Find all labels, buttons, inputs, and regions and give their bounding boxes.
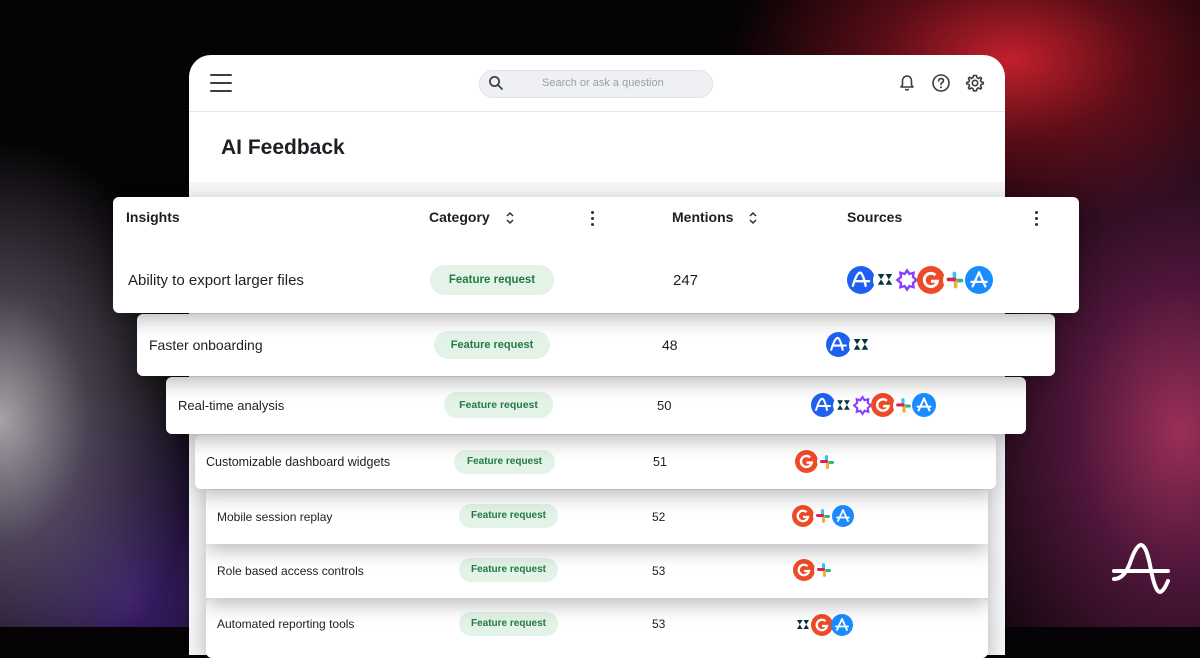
mentions-cell: 50 <box>657 398 672 413</box>
table-row[interactable]: Mobile session replay Feature request 52 <box>206 490 988 544</box>
slack-icon <box>813 506 833 526</box>
insight-cell: Customizable dashboard widgets <box>206 455 391 469</box>
zendesk-icon <box>849 332 873 357</box>
sources-cell <box>792 505 854 527</box>
search-icon <box>488 75 504 96</box>
top-bar: Search or ask a question <box>189 55 1005 112</box>
page-title: AI Feedback <box>221 136 345 159</box>
table-row[interactable]: Ability to export larger files Feature r… <box>113 247 1079 313</box>
mentions-cell: 52 <box>652 510 666 524</box>
amplitude-icon <box>811 393 835 417</box>
gong-icon <box>895 268 919 292</box>
sort-icon[interactable] <box>505 210 515 231</box>
column-menu-icon[interactable] <box>1035 211 1039 229</box>
mentions-cell: 48 <box>662 337 678 353</box>
gear-icon[interactable] <box>965 73 985 93</box>
g2-icon <box>793 559 815 581</box>
column-menu-icon[interactable] <box>591 211 595 229</box>
slack-icon <box>943 268 967 292</box>
bell-icon[interactable] <box>897 73 917 93</box>
insight-cell: Ability to export larger files <box>128 272 304 289</box>
table-row[interactable]: Faster onboarding Feature request 48 <box>137 314 1055 376</box>
table-row[interactable]: Customizable dashboard widgets Feature r… <box>195 435 996 489</box>
sources-cell <box>826 332 873 357</box>
gong-icon <box>852 394 873 416</box>
amplitude-logo <box>1110 541 1172 602</box>
insight-cell: Faster onboarding <box>149 337 263 353</box>
category-badge: Feature request <box>459 612 558 636</box>
slack-icon <box>893 394 914 416</box>
sources-cell <box>811 393 936 417</box>
mentions-cell: 53 <box>652 564 666 578</box>
zendesk-icon <box>873 268 897 292</box>
mentions-cell: 51 <box>653 455 667 469</box>
category-badge: Feature request <box>430 265 554 295</box>
sort-icon[interactable] <box>748 210 758 231</box>
category-badge: Feature request <box>459 558 558 582</box>
mentions-cell: 247 <box>673 272 699 289</box>
insight-cell: Automated reporting tools <box>217 617 355 631</box>
page-header: AI Feedback <box>189 112 1005 182</box>
app-store-icon <box>831 614 853 636</box>
sources-cell <box>793 559 834 581</box>
zendesk-icon <box>793 615 813 635</box>
slack-icon <box>814 560 834 580</box>
sources-cell <box>847 266 993 294</box>
sources-cell <box>793 614 853 636</box>
column-header-insights[interactable]: Insights <box>126 209 180 225</box>
insight-cell: Role based access controls <box>217 564 364 578</box>
mentions-cell: 53 <box>652 617 666 631</box>
search-input[interactable]: Search or ask a question <box>479 70 713 98</box>
g2-icon <box>871 393 895 417</box>
column-header-category[interactable]: Category <box>429 209 490 225</box>
question-icon[interactable] <box>931 73 951 93</box>
g2-icon <box>792 505 814 527</box>
g2-icon <box>917 266 945 294</box>
category-badge: Feature request <box>459 504 558 528</box>
g2-icon <box>811 614 833 636</box>
insight-cell: Mobile session replay <box>217 510 333 524</box>
sources-cell <box>795 450 837 473</box>
g2-icon <box>795 450 818 473</box>
category-badge: Feature request <box>454 450 555 474</box>
insight-cell: Real-time analysis <box>178 398 285 413</box>
table-header-card: Insights Category Mentions Sources Abili… <box>113 197 1079 313</box>
column-header-mentions[interactable]: Mentions <box>672 209 733 225</box>
app-store-icon <box>965 266 993 294</box>
table-row[interactable]: Real-time analysis Feature request 50 <box>166 377 1026 434</box>
table-row[interactable]: Automated reporting tools Feature reques… <box>206 598 988 658</box>
category-badge: Feature request <box>434 331 550 359</box>
zendesk-icon <box>833 394 854 416</box>
amplitude-icon <box>826 332 851 357</box>
amplitude-icon <box>847 266 875 294</box>
slack-icon <box>817 451 837 472</box>
app-store-icon <box>912 393 936 417</box>
column-header-sources[interactable]: Sources <box>847 209 902 225</box>
hamburger-icon[interactable] <box>210 74 232 93</box>
search-placeholder: Search or ask a question <box>542 77 664 89</box>
app-store-icon <box>832 505 854 527</box>
table-row[interactable]: Role based access controls Feature reque… <box>206 544 988 598</box>
category-badge: Feature request <box>444 392 553 418</box>
